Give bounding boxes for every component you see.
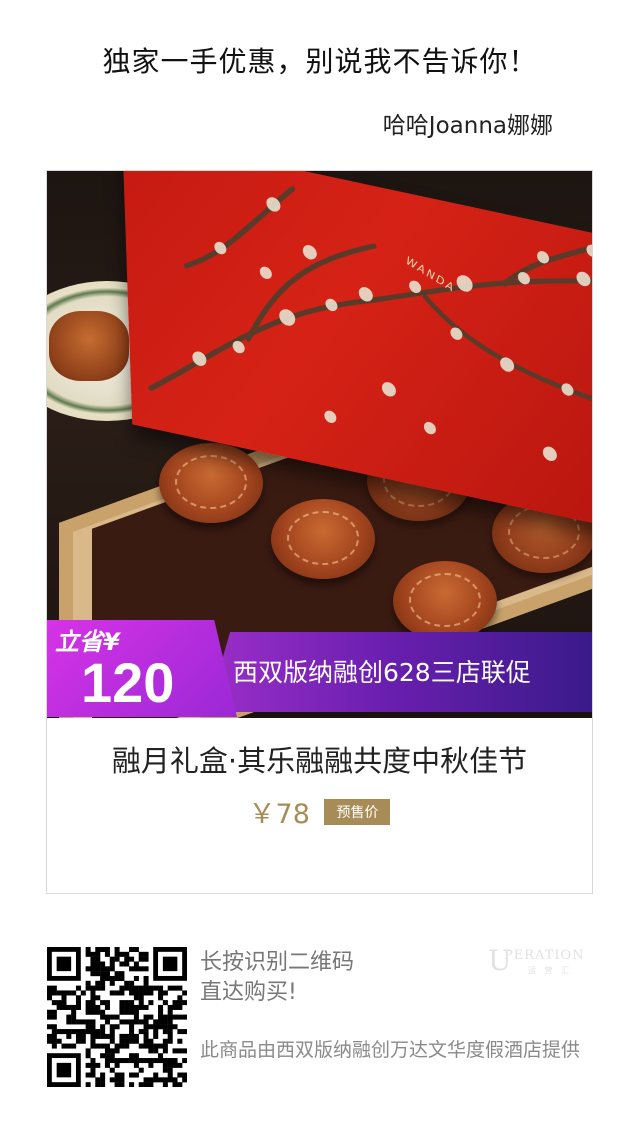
price-row: ￥78 预售价 [47,792,592,831]
page-headline: 独家一手优惠，别说我不告诉你！ [102,45,538,78]
qr-code[interactable] [47,947,187,1087]
author-name: 哈哈Joanna娜娜 [382,113,553,139]
promo-banner: 立省¥ 120 西双版纳融创628三店联促 [47,620,592,717]
qr-instructions: 长按识别二维码 直达购买! [200,948,354,1008]
product-title: 融月礼盒·其乐融融共度中秋佳节 [111,744,528,778]
product-price: ￥78 [248,799,310,830]
presale-badge: 预售价 [324,798,391,825]
mooncake [271,499,375,579]
product-card[interactable]: WANDA 立省¥ 120 西双版纳融创628三店联促 融月礼盒·其乐融融共度中… [46,170,593,894]
qr-line-2: 直达购买! [200,980,297,1005]
logo-text: PERATION [504,948,585,963]
qr-line-1: 长按识别二维码 [200,950,355,975]
provider-note: 此商品由西双版纳融创万达文华度假酒店提供 [200,1039,581,1061]
mooncake-on-plate [49,311,129,381]
promo-text: 西双版纳融创628三店联促 [233,658,531,687]
promo-amount: 120 [81,651,175,714]
logo-subtext: 运 营 汇 [528,966,573,975]
operation-logo: U PERATION 运 营 汇 [488,944,598,977]
mooncake [159,443,263,523]
